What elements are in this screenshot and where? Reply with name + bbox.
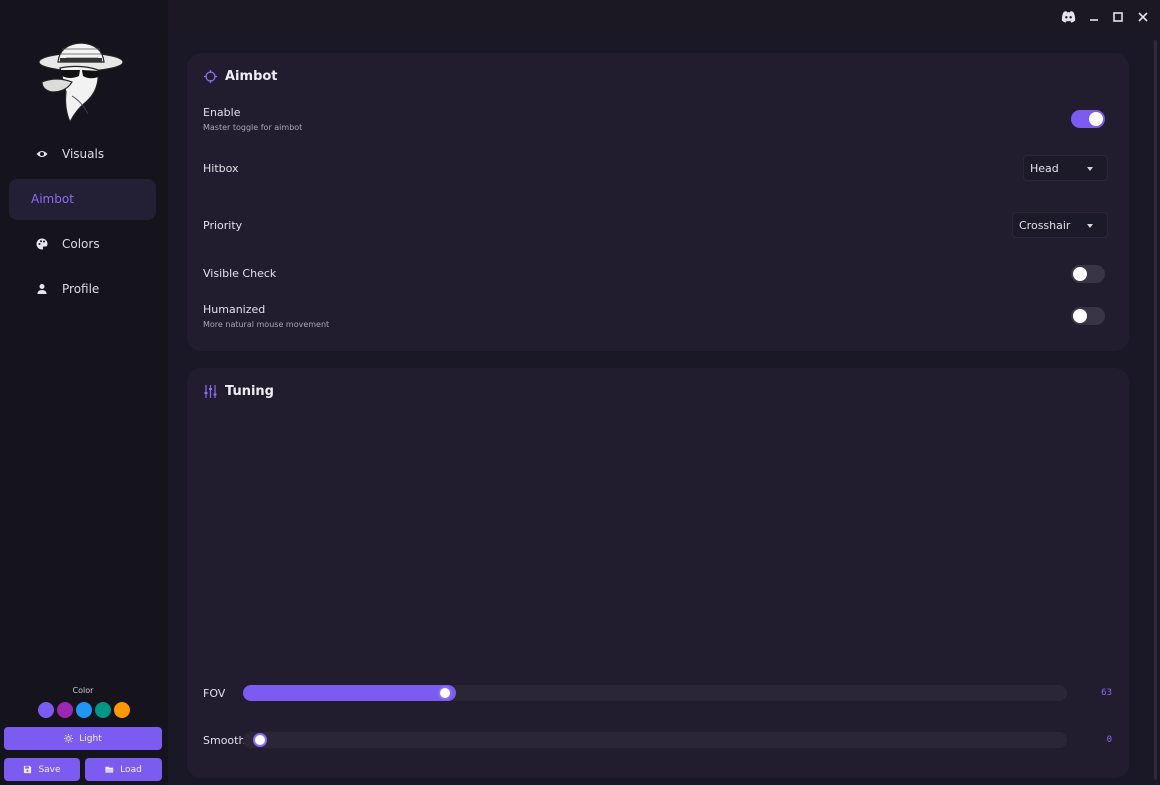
toggle-knob	[1073, 309, 1087, 323]
priority-select[interactable]: Crosshair	[1012, 212, 1108, 238]
chevron-down-icon	[1087, 224, 1093, 228]
eye-icon	[36, 151, 48, 157]
visible-check-toggle[interactable]	[1071, 265, 1105, 283]
palette-icon	[36, 238, 48, 250]
save-button[interactable]: Save	[4, 758, 80, 781]
fov-slider-thumb[interactable]	[438, 686, 452, 700]
load-button-label: Load	[120, 764, 142, 775]
smooth-slider[interactable]	[243, 732, 1067, 748]
aimbot-card: Aimbot Enable Master toggle for aimbot H…	[187, 53, 1129, 351]
maximize-icon[interactable]	[1111, 10, 1125, 24]
load-button[interactable]: Load	[85, 758, 162, 781]
humanized-toggle[interactable]	[1071, 307, 1105, 325]
priority-select-value: Crosshair	[1019, 219, 1071, 232]
hitbox-label: Hitbox	[203, 162, 239, 175]
fov-slider-fill	[243, 685, 456, 701]
smooth-slider-thumb[interactable]	[253, 733, 267, 747]
priority-label: Priority	[203, 219, 243, 232]
chevron-down-icon	[1087, 167, 1093, 171]
sliders-icon	[204, 385, 217, 398]
aimbot-card-title: Aimbot	[225, 69, 278, 84]
toggle-knob	[1089, 112, 1103, 126]
fov-slider[interactable]	[243, 685, 1067, 701]
toggle-knob	[1073, 267, 1087, 281]
humanized-label: Humanized	[203, 303, 266, 316]
enable-toggle[interactable]	[1071, 110, 1105, 128]
sidebar-item-label: Profile	[62, 282, 100, 296]
fov-value: 63	[1101, 688, 1112, 698]
sidebar: Visuals Aimbot Colors Profile Color Ligh…	[0, 0, 168, 785]
save-button-label: Save	[38, 764, 61, 775]
minimize-icon[interactable]	[1087, 10, 1101, 24]
color-swatch[interactable]	[76, 702, 92, 718]
person-icon	[37, 284, 47, 294]
color-swatches	[38, 702, 130, 718]
discord-icon[interactable]	[1061, 10, 1076, 24]
sidebar-item-label: Aimbot	[31, 192, 74, 206]
folder-open-icon	[105, 766, 114, 773]
hitbox-select[interactable]: Head	[1023, 155, 1108, 181]
color-swatch[interactable]	[95, 702, 111, 718]
sun-icon	[64, 734, 74, 743]
enable-description: Master toggle for aimbot	[203, 123, 303, 132]
close-icon[interactable]	[1136, 10, 1150, 24]
duck-logo-icon	[38, 42, 124, 124]
crosshair-icon	[204, 70, 217, 83]
visible-check-label: Visible Check	[203, 267, 277, 280]
sidebar-item-profile[interactable]: Profile	[9, 269, 156, 310]
theme-light-button[interactable]: Light	[4, 727, 162, 750]
title-bar	[168, 0, 1160, 34]
theme-button-label: Light	[79, 733, 102, 744]
humanized-description: More natural mouse movement	[203, 320, 330, 329]
save-icon	[24, 765, 32, 774]
color-swatch[interactable]	[38, 702, 54, 718]
smooth-label: Smooth	[203, 734, 246, 747]
tuning-card: Tuning	[187, 368, 1129, 778]
sidebar-item-visuals[interactable]: Visuals	[9, 134, 156, 175]
color-title: Color	[72, 686, 94, 695]
scrollbar[interactable]	[1154, 40, 1157, 780]
sidebar-item-label: Colors	[62, 237, 100, 251]
sidebar-item-colors[interactable]: Colors	[9, 224, 156, 265]
smooth-value: 0	[1106, 735, 1112, 745]
hitbox-select-value: Head	[1030, 162, 1059, 175]
sidebar-item-label: Visuals	[62, 147, 105, 161]
enable-label: Enable	[203, 106, 241, 119]
color-swatch[interactable]	[114, 702, 130, 718]
sidebar-item-aimbot[interactable]: Aimbot	[9, 179, 156, 220]
tuning-card-title: Tuning	[225, 384, 274, 399]
color-swatch[interactable]	[57, 702, 73, 718]
fov-label: FOV	[203, 687, 226, 700]
